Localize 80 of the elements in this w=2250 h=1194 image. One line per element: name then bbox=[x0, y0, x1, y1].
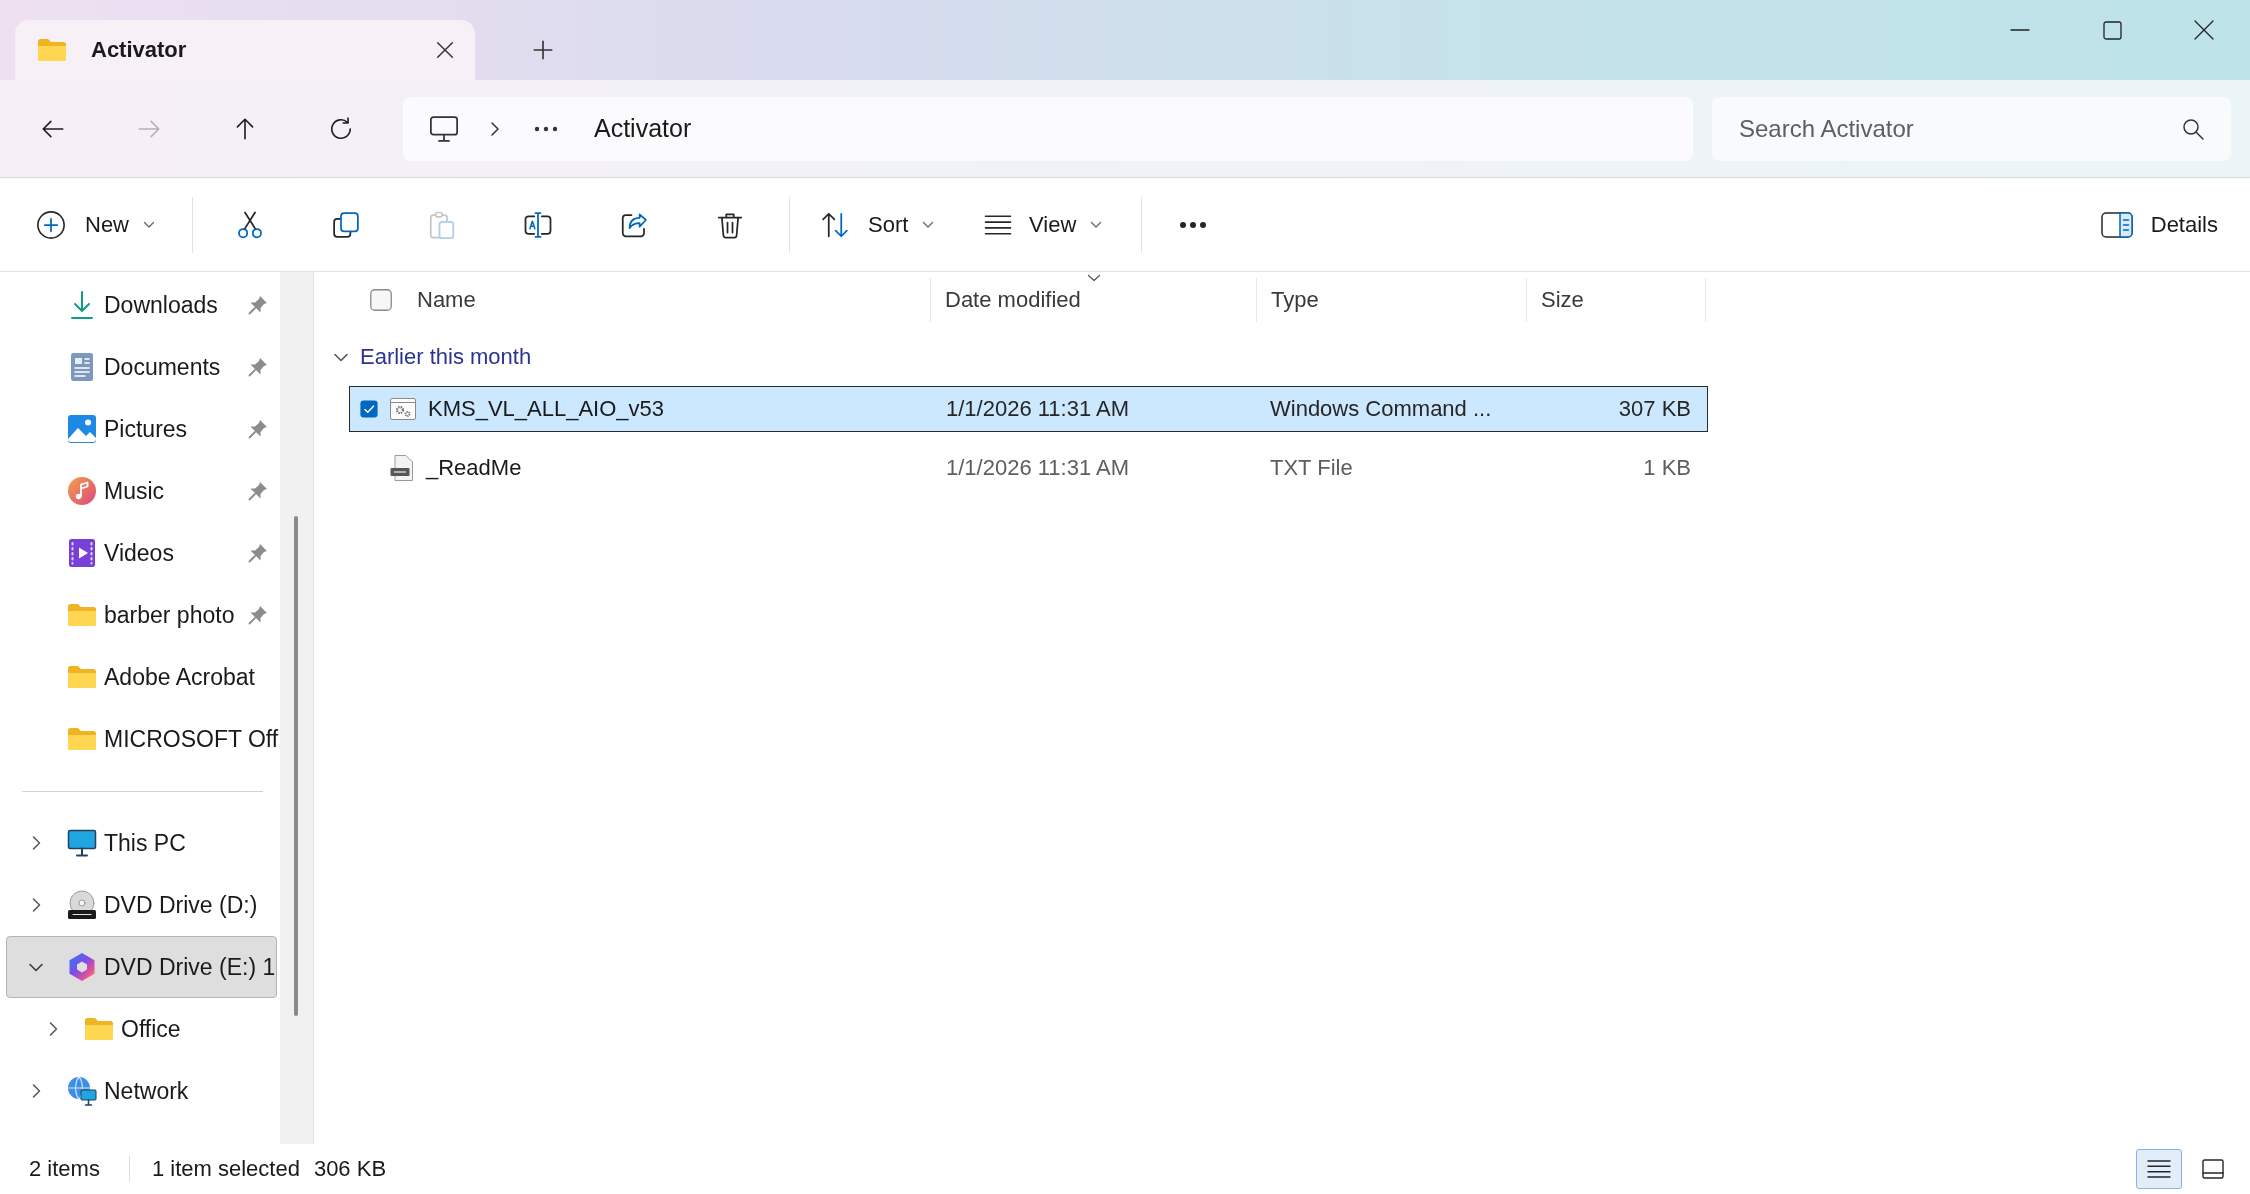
tiles-icon bbox=[2202, 1159, 2224, 1179]
plus-circle-icon bbox=[36, 209, 66, 240]
file-type: TXT File bbox=[1269, 455, 1353, 481]
folder-icon bbox=[84, 1017, 114, 1041]
folder-icon bbox=[67, 727, 97, 751]
sidebar-item[interactable]: Music bbox=[6, 460, 277, 522]
folder-icon bbox=[67, 665, 97, 689]
sidebar-item[interactable]: barber photo bbox=[6, 584, 277, 646]
scrollbar-thumb[interactable] bbox=[294, 516, 298, 1016]
sidebar-item[interactable]: Adobe Acrobat bbox=[6, 646, 277, 708]
checkbox[interactable] bbox=[360, 400, 378, 418]
picture-icon bbox=[67, 414, 97, 444]
music-note-icon bbox=[67, 476, 97, 506]
caret-icon bbox=[922, 220, 935, 229]
folder-icon bbox=[37, 38, 67, 62]
hexagon-logo-icon bbox=[67, 952, 97, 982]
close-icon bbox=[2194, 20, 2214, 40]
list-lines-icon bbox=[2147, 1159, 2171, 1179]
search-field[interactable]: Search Activator bbox=[1712, 96, 2231, 161]
search-icon[interactable] bbox=[2181, 116, 2205, 141]
date-modified: 1/1/2026 11:31 AM bbox=[945, 396, 1130, 422]
pin-icon[interactable] bbox=[248, 605, 268, 625]
column-header[interactable]: Date modified bbox=[945, 287, 1081, 313]
file-row[interactable]: KMS_VL_ALL_AIO_v53 1/1/2026 11:31 AM Windows Command ... 307 KB bbox=[349, 386, 1708, 432]
breadcrumb-item[interactable]: Activator bbox=[594, 110, 692, 147]
caret-icon bbox=[1090, 220, 1103, 229]
file-size: 307 KB bbox=[1618, 396, 1692, 422]
disc-icon bbox=[67, 890, 97, 920]
sidebar-item[interactable]: DVD Drive (E:) 1 bbox=[6, 936, 277, 998]
selection-count: 1 item selected bbox=[151, 1156, 300, 1182]
tab[interactable]: Activator bbox=[15, 20, 475, 80]
pin-icon[interactable] bbox=[248, 481, 268, 501]
pin-icon[interactable] bbox=[248, 357, 268, 377]
sort-button[interactable]: Sort bbox=[808, 192, 953, 257]
file-name: _ReadMe bbox=[426, 455, 522, 481]
details-view-button[interactable] bbox=[2136, 1149, 2182, 1189]
sidebar-item[interactable]: This PC bbox=[6, 812, 277, 874]
pin-icon[interactable] bbox=[248, 419, 268, 439]
pin-icon[interactable] bbox=[248, 295, 268, 315]
address-bar[interactable]: Activator bbox=[403, 96, 1693, 161]
sidebar-item[interactable]: Documents bbox=[6, 336, 277, 398]
panel-icon bbox=[2100, 211, 2133, 238]
sidebar-item[interactable]: Downloads bbox=[6, 274, 277, 336]
details-button[interactable]: Details bbox=[2088, 192, 2230, 257]
video-icon bbox=[67, 538, 97, 568]
file-type: Windows Command ... bbox=[1269, 396, 1492, 422]
file-row[interactable]: _ReadMe 1/1/2026 11:31 AM TXT File 1 KB bbox=[349, 445, 1708, 491]
text-file-icon bbox=[390, 455, 414, 481]
plus-icon bbox=[533, 40, 553, 60]
sidebar-item[interactable]: Pictures bbox=[6, 398, 277, 460]
monitor-icon bbox=[67, 829, 97, 857]
group-header[interactable]: Earlier this month bbox=[333, 328, 538, 386]
view-button[interactable]: View bbox=[971, 192, 1121, 257]
more-icon[interactable] bbox=[534, 125, 558, 132]
close-icon bbox=[436, 41, 454, 59]
date-modified: 1/1/2026 11:31 AM bbox=[945, 455, 1130, 481]
sidebar-item[interactable]: Network bbox=[6, 1060, 277, 1122]
folder-icon bbox=[67, 603, 97, 627]
column-header[interactable]: Name bbox=[417, 287, 476, 313]
column-header[interactable]: Type bbox=[1271, 287, 1319, 313]
sidebar-item[interactable]: MICROSOFT Off bbox=[6, 708, 277, 770]
file-name: KMS_VL_ALL_AIO_v53 bbox=[428, 396, 665, 422]
maximize-icon bbox=[2102, 20, 2122, 40]
file-size: 1 KB bbox=[1643, 455, 1692, 481]
column-header[interactable]: Size bbox=[1541, 287, 1584, 313]
network-icon bbox=[67, 1076, 97, 1106]
checkbox[interactable] bbox=[370, 289, 392, 311]
selection-size: 306 KB bbox=[313, 1156, 387, 1182]
pin-icon[interactable] bbox=[248, 543, 268, 563]
sidebar-item[interactable]: Office bbox=[6, 998, 277, 1060]
new-button[interactable]: New bbox=[20, 192, 172, 257]
sidebar-item[interactable]: DVD Drive (D:) bbox=[6, 874, 277, 936]
item-count: 2 items bbox=[29, 1156, 100, 1182]
minimize-icon bbox=[2010, 29, 2030, 31]
gear-window-icon bbox=[390, 397, 416, 421]
sidebar-item[interactable]: Videos bbox=[6, 522, 277, 584]
scrollbar[interactable] bbox=[280, 272, 313, 1144]
chevron-right-icon[interactable] bbox=[490, 120, 500, 137]
monitor-icon[interactable] bbox=[429, 114, 459, 143]
caret-icon bbox=[143, 220, 155, 229]
